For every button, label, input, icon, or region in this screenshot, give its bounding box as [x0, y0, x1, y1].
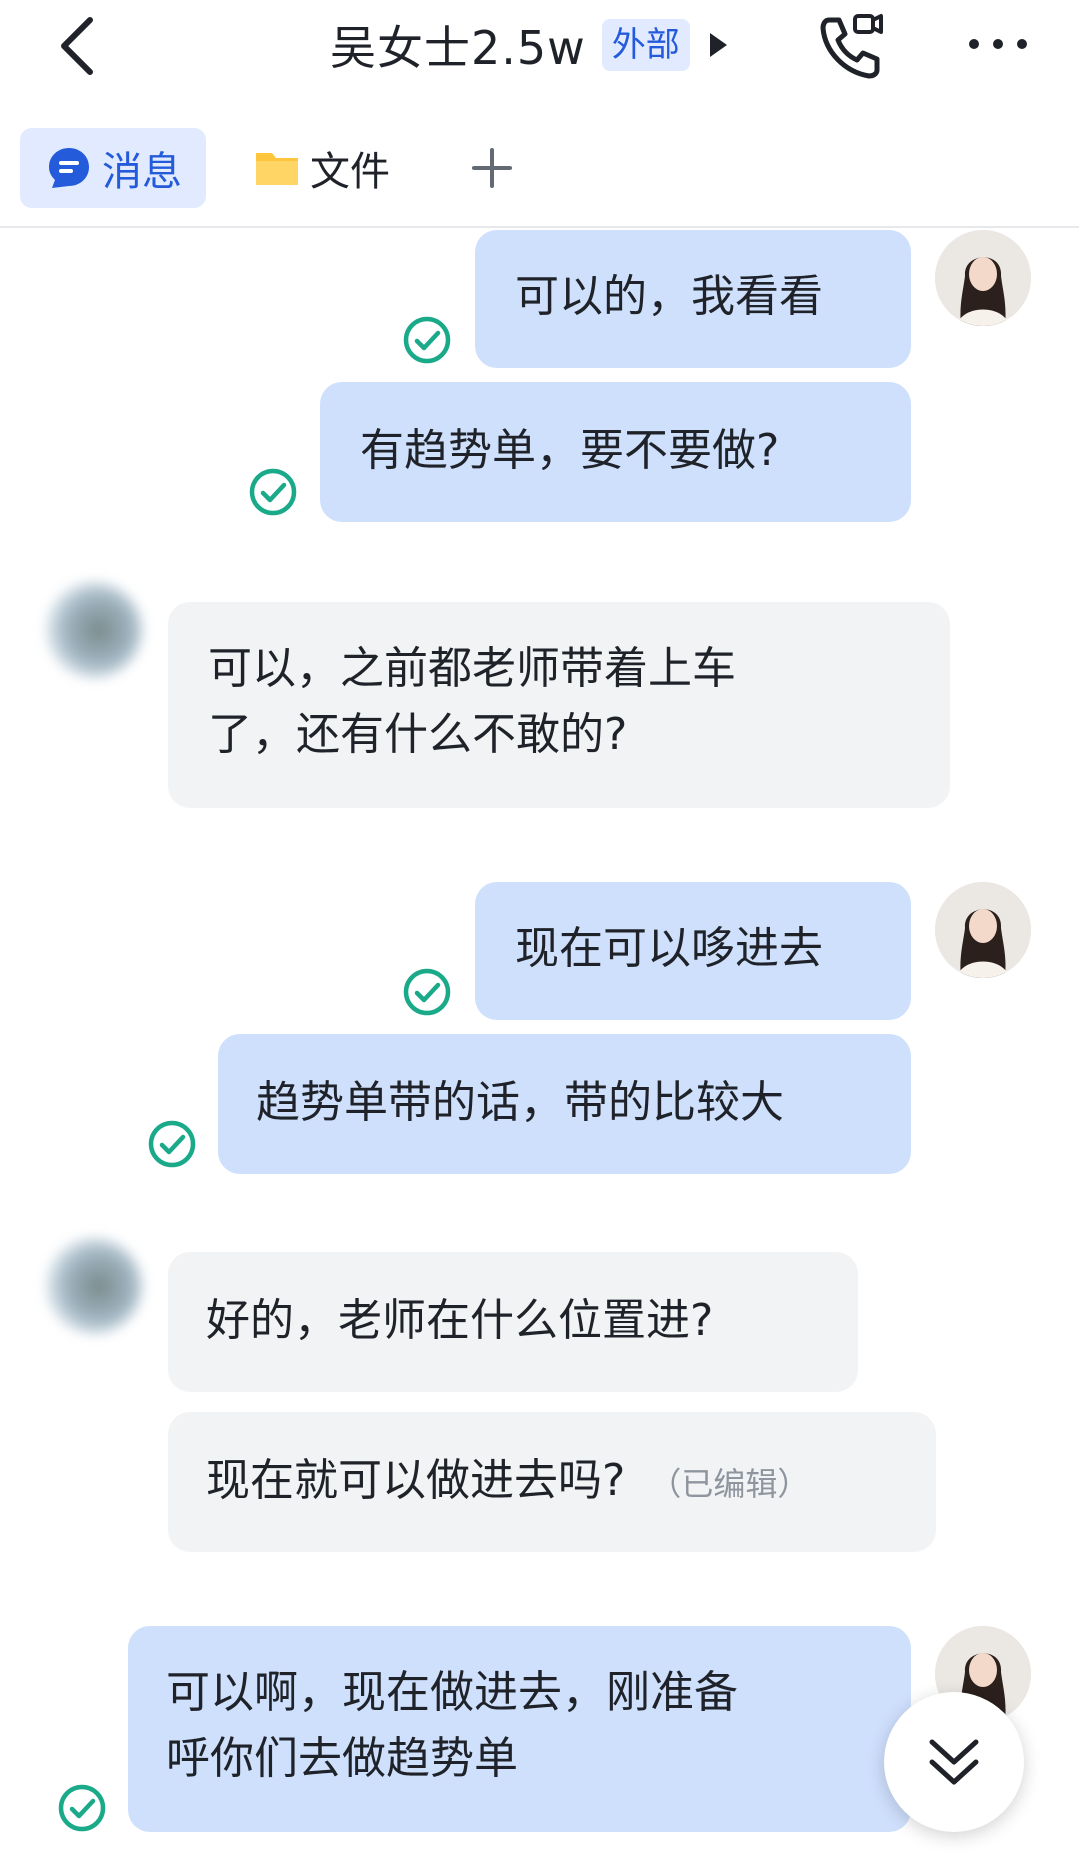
message-text: 现在可以哆进去: [515, 923, 823, 974]
contact-avatar[interactable]: [46, 1238, 142, 1334]
tab-bar: 消息 文件: [0, 118, 1079, 228]
message-bubble-incoming[interactable]: 现在就可以做进去吗? （已编辑）: [168, 1412, 936, 1552]
message-text: 可以的，我看看: [515, 271, 823, 322]
scroll-to-bottom-button[interactable]: [884, 1692, 1024, 1832]
my-avatar[interactable]: [935, 882, 1031, 978]
message-bubble-incoming[interactable]: 好的，老师在什么位置进?: [168, 1252, 858, 1392]
message-icon: [49, 148, 89, 188]
external-badge: 外部: [601, 19, 690, 71]
back-icon: [61, 17, 93, 75]
back-button[interactable]: [44, 6, 114, 86]
message-text: 趋势单带的话，带的比较大: [256, 1077, 784, 1128]
contact-name: 吴女士2.5w: [330, 21, 586, 75]
video-call-button[interactable]: [815, 10, 887, 82]
chat-header: 吴女士2.5w 外部: [0, 0, 1079, 92]
message-list[interactable]: 可以的，我看看 有趋势单，要不要做? 可以，之前都老师带着上车 了，还有什么不敢…: [0, 230, 1079, 1873]
message-text: 好的，老师在什么位置进?: [206, 1295, 714, 1346]
message-text-line: 可以，之前都老师带着上车: [208, 643, 736, 694]
tab-messages[interactable]: 消息: [20, 128, 206, 208]
avatar-photo-icon: [935, 882, 1031, 978]
message-text-line: 呼你们去做趋势单: [166, 1733, 518, 1784]
message-bubble-outgoing[interactable]: 现在可以哆进去: [475, 882, 911, 1020]
read-check-icon: [402, 315, 452, 365]
tab-messages-label: 消息: [102, 149, 182, 195]
tab-add-button[interactable]: [462, 128, 522, 208]
message-text-body: 现在就可以做进去吗?: [206, 1455, 626, 1506]
caret-right-icon: [709, 33, 727, 57]
tab-files[interactable]: 文件: [254, 128, 390, 208]
chat-screen: 吴女士2.5w 外部 消息 文件 可以的，我看看 有趋势单，要不要做? 可以，之…: [0, 0, 1079, 1873]
chat-title[interactable]: 吴女士2.5w 外部: [330, 12, 728, 78]
read-check-icon: [402, 967, 452, 1017]
read-check-icon: [147, 1119, 197, 1169]
my-avatar[interactable]: [935, 230, 1031, 326]
plus-icon: [472, 148, 512, 188]
message-text: 现在就可以做进去吗? （已编辑）: [206, 1448, 898, 1517]
message-bubble-outgoing[interactable]: 趋势单带的话，带的比较大: [218, 1034, 911, 1174]
double-chevron-down-icon: [929, 1739, 979, 1785]
message-text: 有趋势单，要不要做?: [360, 425, 780, 476]
video-call-icon: [820, 14, 883, 79]
message-bubble-incoming[interactable]: 可以，之前都老师带着上车 了，还有什么不敢的?: [168, 602, 950, 808]
folder-icon: [256, 153, 298, 185]
read-check-icon: [248, 467, 298, 517]
message-text-line: 了，还有什么不敢的?: [208, 709, 628, 760]
more-button[interactable]: [962, 20, 1034, 68]
contact-avatar[interactable]: [46, 582, 142, 678]
message-bubble-outgoing[interactable]: 可以的，我看看: [475, 230, 911, 368]
message-bubble-outgoing[interactable]: 有趋势单，要不要做?: [320, 382, 911, 522]
message-bubble-outgoing[interactable]: 可以啊，现在做进去，刚准备 呼你们去做趋势单: [128, 1626, 911, 1832]
avatar-photo-icon: [935, 230, 1031, 326]
tab-files-label: 文件: [310, 149, 390, 195]
message-text-line: 可以啊，现在做进去，刚准备: [166, 1667, 738, 1718]
edited-label: （已编辑）: [649, 1465, 810, 1503]
more-icon: [969, 39, 1027, 49]
read-check-icon: [57, 1783, 107, 1833]
